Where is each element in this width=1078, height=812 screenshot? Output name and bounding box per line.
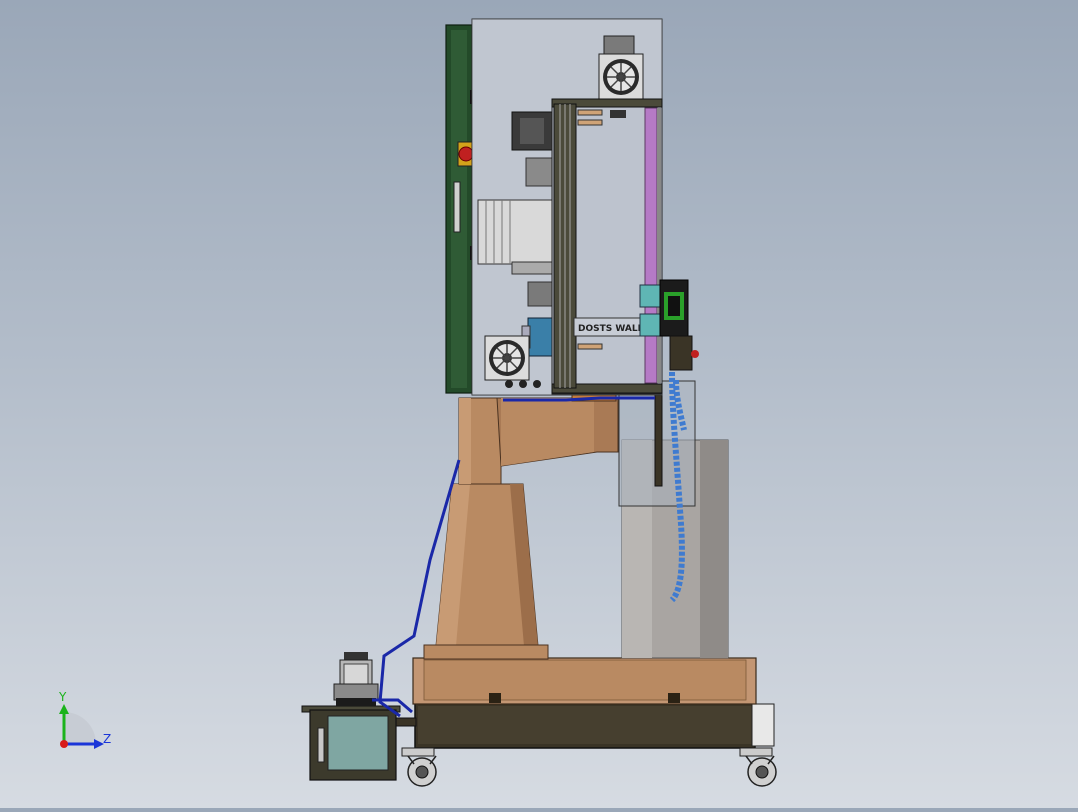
cad-viewport[interactable]: DOSTS WALL Y Z [0,0,1078,808]
base-frame [395,657,775,749]
coolant-tank [301,705,401,781]
mast-frame: DOSTS WALL [551,98,663,395]
axis-triad: Y Z [58,690,111,749]
triad-z-label: Z [103,732,111,746]
machine-drawing: DOSTS WALL Y Z [58,18,777,787]
x-axis-icon [60,740,68,748]
pump-motor [333,652,379,706]
pedestal [423,392,619,660]
spindle-guard [618,380,696,507]
caster-left [401,747,437,787]
caster-right [739,747,777,787]
triad-y-label: Y [58,690,67,704]
triad-plane [64,712,96,744]
panel-label: DOSTS WALL [578,324,644,334]
